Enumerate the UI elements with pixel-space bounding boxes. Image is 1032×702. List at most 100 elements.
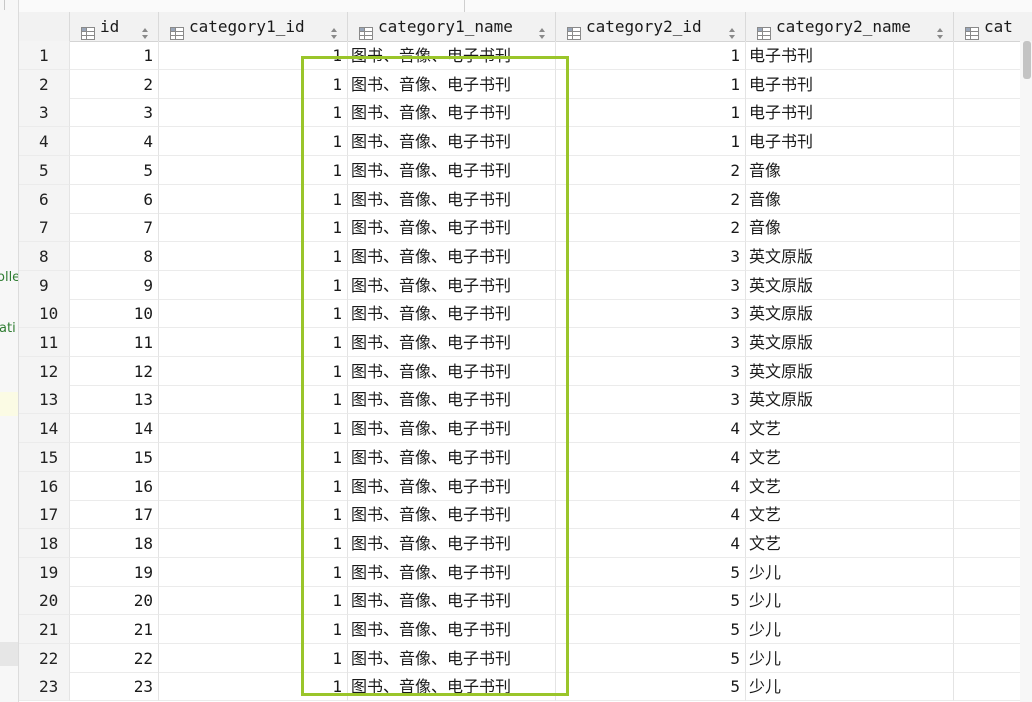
sort-arrows-icon[interactable] [936, 20, 944, 39]
cell-category1-id[interactable]: 1 [159, 672, 348, 702]
cell-category1-name[interactable]: 图书、音像、电子书刊 [348, 155, 556, 185]
cell-category2-name[interactable]: 文艺 [746, 500, 954, 530]
cell-id[interactable]: 23 [70, 672, 159, 702]
cell-category2-id[interactable]: 4 [556, 528, 746, 558]
cell-category1-id[interactable]: 1 [159, 471, 348, 501]
sort-arrows-icon[interactable] [538, 20, 546, 39]
cell-category2-id[interactable]: 2 [556, 155, 746, 185]
cell-category2-id[interactable]: 5 [556, 557, 746, 587]
cell-category2-id[interactable]: 2 [556, 184, 746, 214]
table-row[interactable]: 14 14 1 图书、音像、电子书刊 4 文艺 [19, 414, 1032, 444]
table-row[interactable]: 23 23 1 图书、音像、电子书刊 5 少儿 [19, 672, 1032, 702]
cell-category1-name[interactable]: 图书、音像、电子书刊 [348, 270, 556, 300]
cell-category1-name[interactable]: 图书、音像、电子书刊 [348, 672, 556, 702]
table-row[interactable]: 13 13 1 图书、音像、电子书刊 3 英文原版 [19, 385, 1032, 415]
cell-category2-id[interactable]: 1 [556, 41, 746, 70]
cell-id[interactable]: 9 [70, 270, 159, 300]
cell-category1-id[interactable]: 1 [159, 184, 348, 214]
cell-id[interactable]: 11 [70, 328, 159, 357]
cell-category2-id[interactable]: 3 [556, 328, 746, 357]
table-row[interactable]: 10 10 1 图书、音像、电子书刊 3 英文原版 [19, 299, 1032, 329]
cell-category1-name[interactable]: 图书、音像、电子书刊 [348, 557, 556, 587]
cell-category1-id[interactable]: 1 [159, 385, 348, 415]
cell-category1-id[interactable]: 1 [159, 586, 348, 616]
cell-id[interactable]: 5 [70, 155, 159, 185]
cell-id[interactable]: 10 [70, 299, 159, 329]
cell-category2-id[interactable]: 3 [556, 299, 746, 329]
table-row[interactable]: 5 5 1 图书、音像、电子书刊 2 音像 [19, 155, 1032, 185]
column-header-category1-id[interactable]: category1_id [159, 12, 348, 41]
cell-category1-name[interactable]: 图书、音像、电子书刊 [348, 414, 556, 444]
cell-category1-id[interactable]: 1 [159, 528, 348, 558]
table-row[interactable]: 21 21 1 图书、音像、电子书刊 5 少儿 [19, 615, 1032, 644]
column-header-category2-id[interactable]: category2_id [556, 12, 746, 41]
cell-category2-name[interactable]: 音像 [746, 184, 954, 214]
cell-category2-id[interactable]: 4 [556, 442, 746, 472]
cell-id[interactable]: 7 [70, 213, 159, 243]
table-row[interactable]: 22 22 1 图书、音像、电子书刊 5 少儿 [19, 643, 1032, 673]
cell-id[interactable]: 16 [70, 471, 159, 501]
cell-category1-name[interactable]: 图书、音像、电子书刊 [348, 500, 556, 530]
sort-arrows-icon[interactable] [728, 20, 736, 39]
cell-category2-name[interactable]: 电子书刊 [746, 69, 954, 99]
cell-category2-name[interactable]: 电子书刊 [746, 127, 954, 157]
column-header-category2-name[interactable]: category2_name [746, 12, 954, 41]
cell-category1-id[interactable]: 1 [159, 69, 348, 99]
table-row[interactable]: 17 17 1 图书、音像、电子书刊 4 文艺 [19, 500, 1032, 530]
cell-id[interactable]: 2 [70, 69, 159, 99]
cell-category1-name[interactable]: 图书、音像、电子书刊 [348, 299, 556, 329]
cell-category1-name[interactable]: 图书、音像、电子书刊 [348, 442, 556, 472]
cell-category2-name[interactable]: 少儿 [746, 672, 954, 702]
table-row[interactable]: 15 15 1 图书、音像、电子书刊 4 文艺 [19, 442, 1032, 472]
table-row[interactable]: 6 6 1 图书、音像、电子书刊 2 音像 [19, 184, 1032, 214]
table-row[interactable]: 8 8 1 图书、音像、电子书刊 3 英文原版 [19, 241, 1032, 271]
cell-category2-name[interactable]: 少儿 [746, 615, 954, 644]
cell-category1-name[interactable]: 图书、音像、电子书刊 [348, 643, 556, 673]
cell-category2-name[interactable]: 少儿 [746, 586, 954, 616]
table-row[interactable]: 7 7 1 图书、音像、电子书刊 2 音像 [19, 213, 1032, 243]
cell-id[interactable]: 14 [70, 414, 159, 444]
cell-category1-id[interactable]: 1 [159, 356, 348, 386]
cell-category1-id[interactable]: 1 [159, 155, 348, 185]
column-header-id[interactable]: id [70, 12, 159, 41]
cell-category1-name[interactable]: 图书、音像、电子书刊 [348, 615, 556, 644]
cell-category1-name[interactable]: 图书、音像、电子书刊 [348, 328, 556, 357]
cell-category1-id[interactable]: 1 [159, 643, 348, 673]
cell-category2-name[interactable]: 文艺 [746, 528, 954, 558]
cell-id[interactable]: 17 [70, 500, 159, 530]
cell-category1-name[interactable]: 图书、音像、电子书刊 [348, 127, 556, 157]
cell-category2-name[interactable]: 英文原版 [746, 241, 954, 271]
cell-category2-name[interactable]: 音像 [746, 213, 954, 243]
cell-category2-id[interactable]: 1 [556, 98, 746, 128]
column-header-category1-name[interactable]: category1_name [348, 12, 556, 41]
cell-category1-id[interactable]: 1 [159, 615, 348, 644]
scrollbar-thumb[interactable] [1023, 41, 1031, 79]
cell-id[interactable]: 12 [70, 356, 159, 386]
cell-category2-id[interactable]: 4 [556, 414, 746, 444]
table-row[interactable]: 1 1 1 图书、音像、电子书刊 1 电子书刊 [19, 41, 1032, 70]
cell-id[interactable]: 1 [70, 41, 159, 70]
cell-category2-name[interactable]: 英文原版 [746, 356, 954, 386]
cell-category1-id[interactable]: 1 [159, 241, 348, 271]
cell-category2-id[interactable]: 3 [556, 270, 746, 300]
cell-category2-name[interactable]: 少儿 [746, 643, 954, 673]
cell-category2-name[interactable]: 英文原版 [746, 270, 954, 300]
result-grid[interactable]: id category1_id category1_name category2_id… [19, 0, 1032, 702]
cell-category1-id[interactable]: 1 [159, 299, 348, 329]
cell-category2-id[interactable]: 1 [556, 127, 746, 157]
table-row[interactable]: 9 9 1 图书、音像、电子书刊 3 英文原版 [19, 270, 1032, 300]
cell-category1-name[interactable]: 图书、音像、电子书刊 [348, 471, 556, 501]
cell-category2-name[interactable]: 音像 [746, 155, 954, 185]
cell-category2-name[interactable]: 文艺 [746, 414, 954, 444]
cell-category2-name[interactable]: 电子书刊 [746, 41, 954, 70]
cell-category2-name[interactable]: 英文原版 [746, 328, 954, 357]
column-header-cat[interactable]: cat [954, 12, 1032, 41]
cell-category1-id[interactable]: 1 [159, 41, 348, 70]
cell-category2-name[interactable]: 电子书刊 [746, 98, 954, 128]
cell-category1-name[interactable]: 图书、音像、电子书刊 [348, 213, 556, 243]
vertical-scrollbar[interactable] [1020, 41, 1032, 702]
cell-category1-id[interactable]: 1 [159, 500, 348, 530]
cell-category1-id[interactable]: 1 [159, 414, 348, 444]
table-row[interactable]: 16 16 1 图书、音像、电子书刊 4 文艺 [19, 471, 1032, 501]
cell-category1-name[interactable]: 图书、音像、电子书刊 [348, 98, 556, 128]
